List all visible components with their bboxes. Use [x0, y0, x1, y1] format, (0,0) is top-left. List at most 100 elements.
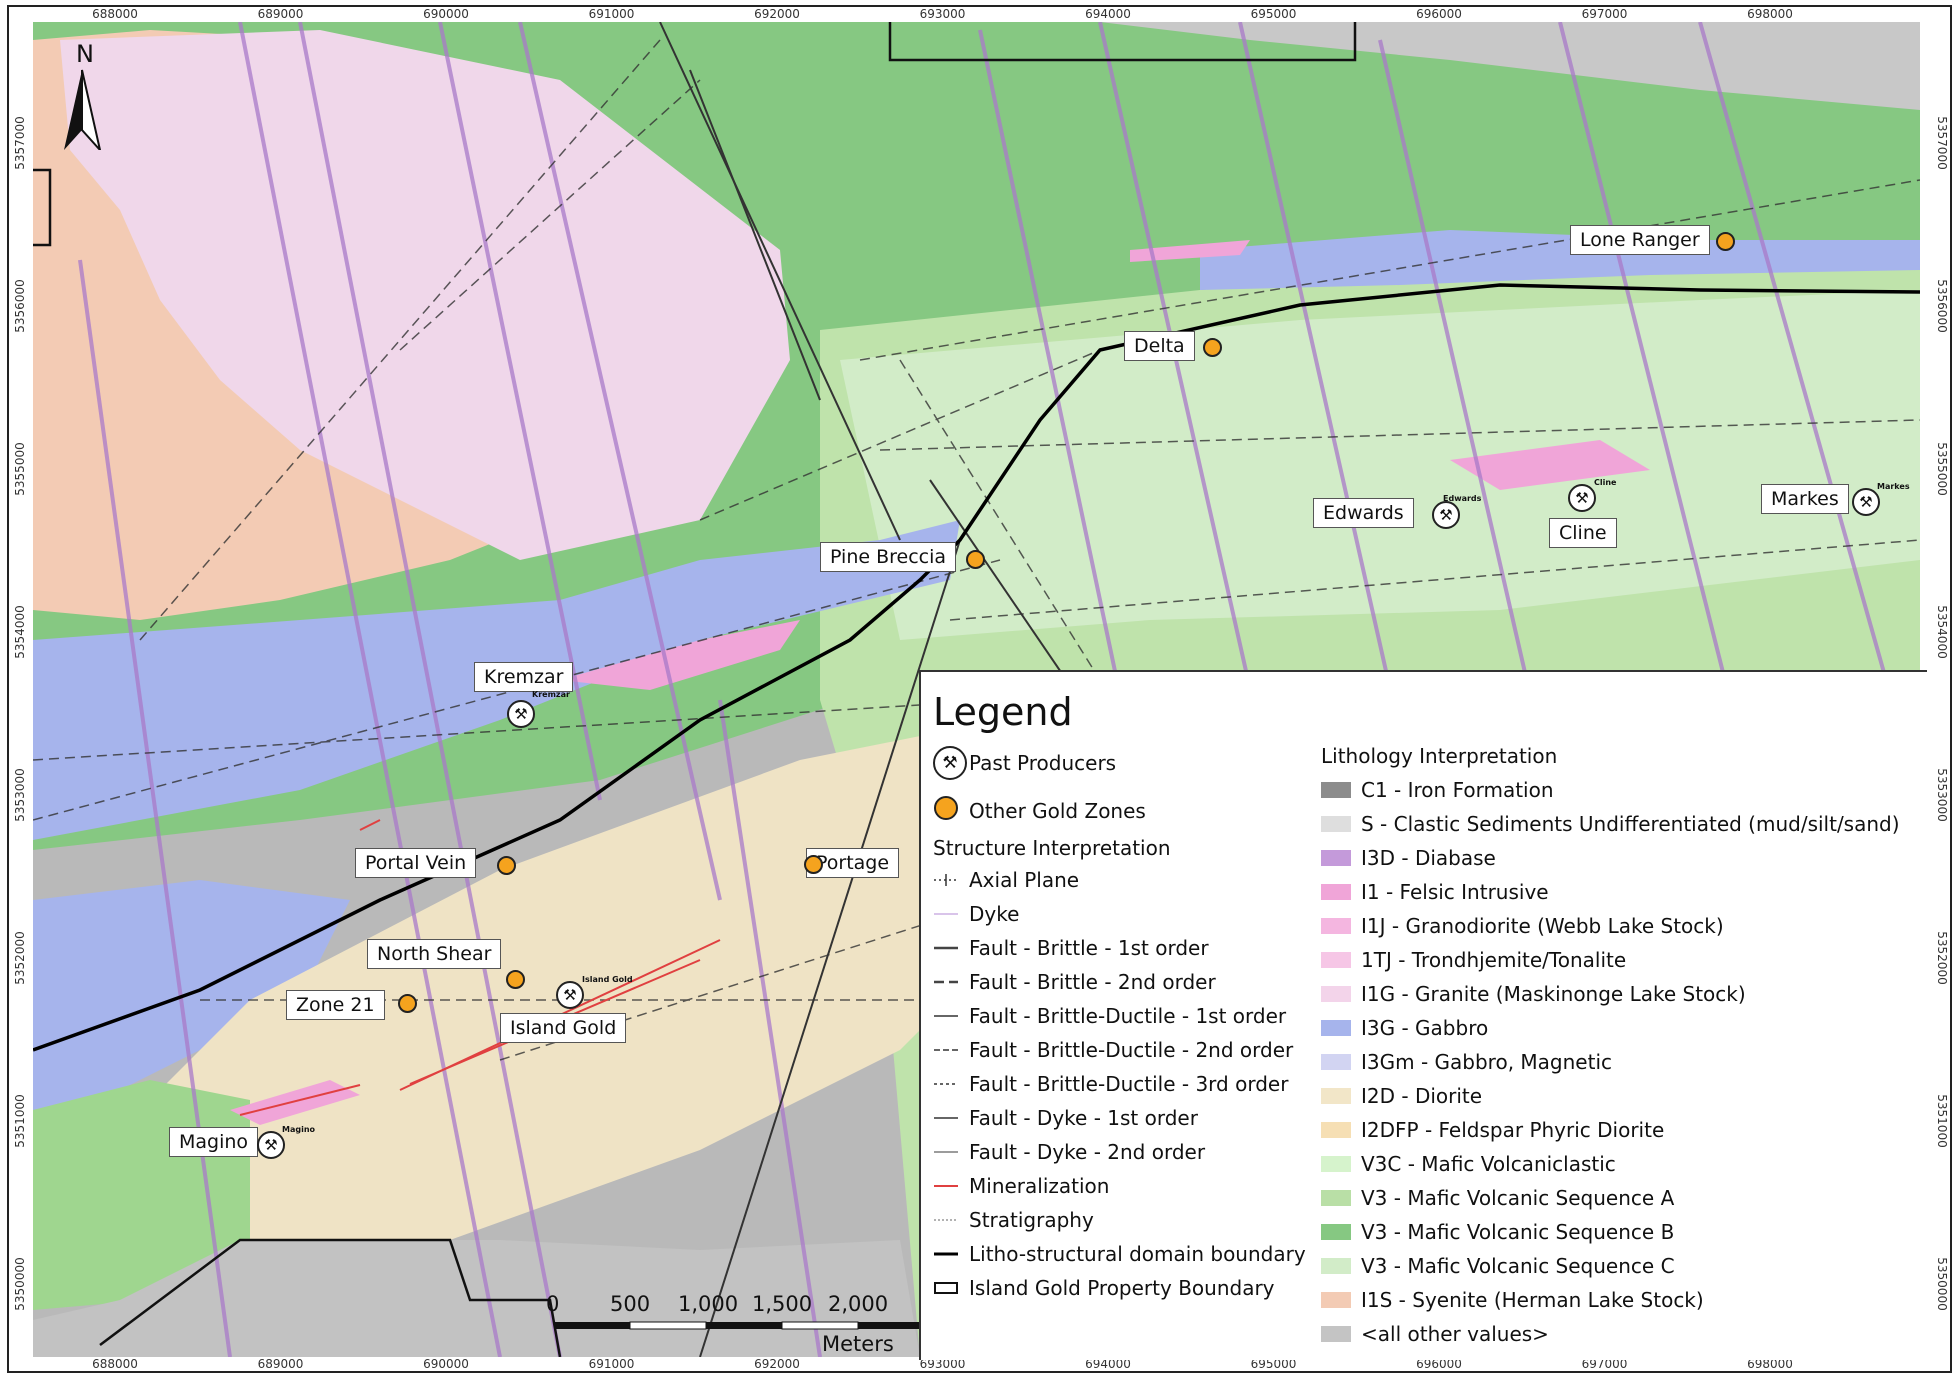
legend-lithology-label: V3C - Mafic Volcaniclastic	[1361, 1152, 1616, 1176]
pickaxe-icon: ⚒	[933, 746, 967, 780]
legend-color-swatch	[1321, 1224, 1351, 1240]
legend-structure-label: Fault - Brittle - 1st order	[969, 936, 1209, 960]
legend-line-symbol	[934, 946, 958, 950]
legend-color-swatch	[1321, 816, 1351, 832]
legend-color-swatch	[1321, 1054, 1351, 1070]
x-coordinate-label: 688000	[92, 7, 138, 21]
legend-lithology-label: I3Gm - Gabbro, Magnetic	[1361, 1050, 1612, 1074]
legend-line-symbol	[934, 913, 958, 915]
legend-structure-item: Fault - Brittle-Ductile - 1st order	[933, 1004, 1286, 1028]
legend-lithology-item: V3C - Mafic Volcaniclastic	[1321, 1152, 1616, 1176]
past-producer-label: Edwards	[1313, 498, 1414, 528]
pickaxe-icon: ⚒	[1568, 484, 1596, 512]
gold-zone-label: North Shear	[367, 939, 502, 969]
legend-line-symbol	[934, 1049, 958, 1051]
past-producer-label: Cline	[1549, 518, 1617, 548]
legend-structure-item: Fault - Dyke - 2nd order	[933, 1140, 1205, 1164]
legend-line-symbol	[934, 980, 958, 984]
y-coordinate-label: 5353000	[1935, 768, 1949, 821]
x-coordinate-label: 690000	[423, 1357, 469, 1371]
pickaxe-icon: ⚒	[257, 1131, 285, 1159]
legend-structure-label: Axial Plane	[969, 868, 1080, 892]
x-coordinate-label: 698000	[1747, 7, 1793, 21]
legend-structure-label: Litho-structural domain boundary	[969, 1242, 1306, 1266]
legend-structure-label: Dyke	[969, 902, 1020, 926]
legend-lithology-item: I3G - Gabbro	[1321, 1016, 1488, 1040]
scale-tick-1000: 1,000	[678, 1292, 739, 1316]
legend-lithology-label: I3G - Gabbro	[1361, 1016, 1489, 1040]
legend-line-symbol	[934, 1015, 958, 1017]
legend-structure-label: Fault - Brittle-Ductile - 2nd order	[969, 1038, 1294, 1062]
legend-color-swatch	[1321, 1122, 1351, 1138]
x-coordinate-label: 689000	[258, 7, 304, 21]
y-coordinate-label: 5353000	[13, 768, 27, 821]
legend-structure-label: Fault - Brittle-Ductile - 3rd order	[969, 1072, 1289, 1096]
gold-zone-marker-icon	[497, 856, 516, 875]
pickaxe-icon: ⚒	[507, 700, 535, 728]
legend-line-symbol	[934, 1117, 958, 1119]
legend-structure-item: Island Gold Property Boundary	[933, 1276, 1275, 1300]
y-coordinate-label: 5350000	[13, 1257, 27, 1310]
y-coordinate-label: 5351000	[1935, 1094, 1949, 1147]
legend-lithology-label: I1G - Granite (Maskinonge Lake Stock)	[1361, 982, 1746, 1006]
x-coordinate-label: 695000	[1251, 7, 1297, 21]
legend-lithology-label: S - Clastic Sediments Undifferentiated (…	[1361, 812, 1900, 836]
gold-zone-marker-icon	[1716, 232, 1735, 251]
pickaxe-icon: ⚒	[556, 981, 584, 1009]
gold-zone-marker-icon	[1203, 338, 1222, 357]
y-coordinate-label: 5355000	[13, 442, 27, 495]
legend-lithology-label: V3 - Mafic Volcanic Sequence C	[1361, 1254, 1675, 1278]
legend-structure-label: Mineralization	[969, 1174, 1110, 1198]
legend-line-symbol	[934, 1185, 958, 1187]
x-coordinate-label: 694000	[1085, 7, 1131, 21]
scale-tick-1500: 1,500	[752, 1292, 813, 1316]
legend-color-swatch	[1321, 884, 1351, 900]
legend-structure-item: Mineralization	[933, 1174, 1109, 1198]
legend-structure-item: Dyke	[933, 902, 1019, 926]
gold-zone-marker-icon	[398, 994, 417, 1013]
legend-past-producers: ⚒ Past Producers	[933, 746, 1116, 780]
legend-structure-item: Fault - Brittle-Ductile - 3rd order	[933, 1072, 1288, 1096]
legend-past-producers-label: Past Producers	[969, 751, 1117, 775]
scale-unit: Meters	[822, 1332, 894, 1356]
legend-lithology-item: V3 - Mafic Volcanic Sequence B	[1321, 1220, 1674, 1244]
legend-lithology-label: C1 - Iron Formation	[1361, 778, 1554, 802]
y-coordinate-label: 5351000	[13, 1094, 27, 1147]
legend-lithology-item: I1S - Syenite (Herman Lake Stock)	[1321, 1288, 1704, 1312]
scale-bar: 0 500 1,000 1,500 2,000 Meters	[540, 1292, 930, 1366]
legend-lithology-item: V3 - Mafic Volcanic Sequence C	[1321, 1254, 1675, 1278]
legend-color-swatch	[1321, 1292, 1351, 1308]
legend-lithology-item: I2DFP - Feldspar Phyric Diorite	[1321, 1118, 1664, 1142]
gold-zone-label: Zone 21	[286, 990, 385, 1020]
legend-lithology-label: I1 - Felsic Intrusive	[1361, 880, 1549, 904]
north-arrow-icon: N	[64, 40, 102, 150]
x-coordinate-label: 691000	[589, 7, 635, 21]
y-coordinate-label: 5357000	[13, 116, 27, 169]
legend-lithology-label: 1TJ - Trondhjemite/Tonalite	[1361, 948, 1627, 972]
legend-lithology-label: <all other values>	[1361, 1322, 1549, 1346]
legend-lithology-item: 1TJ - Trondhjemite/Tonalite	[1321, 948, 1626, 972]
legend-color-swatch	[1321, 1020, 1351, 1036]
y-coordinate-label: 5357000	[1935, 116, 1949, 169]
x-coordinate-label: 693000	[920, 7, 966, 21]
legend-lithology-item: V3 - Mafic Volcanic Sequence A	[1321, 1186, 1674, 1210]
legend-title: Legend	[933, 690, 1073, 734]
x-coordinate-label: 696000	[1416, 7, 1462, 21]
legend-lithology-label: I3D - Diabase	[1361, 846, 1496, 870]
legend-structure-item: Stratigraphy	[933, 1208, 1094, 1232]
legend-lithology-item: I1G - Granite (Maskinonge Lake Stock)	[1321, 982, 1746, 1006]
gold-zone-label: Lone Ranger	[1570, 225, 1710, 255]
past-producer-label: Island Gold	[500, 1013, 627, 1043]
gold-zone-icon	[933, 796, 959, 825]
gold-zone-label: Portal Vein	[355, 848, 477, 878]
legend-panel: Legend ⚒ Past Producers Other Gold Zones…	[919, 670, 1927, 1360]
legend-other-gold-label: Other Gold Zones	[969, 798, 1146, 823]
pickaxe-icon: ⚒	[1852, 488, 1880, 516]
legend-lithology-heading: Lithology Interpretation	[1321, 744, 1558, 768]
legend-structure-heading: Structure Interpretation	[933, 836, 1171, 860]
scale-tick-0: 0	[546, 1292, 560, 1316]
legend-lithology-item: S - Clastic Sediments Undifferentiated (…	[1321, 812, 1900, 836]
legend-lithology-item: C1 - Iron Formation	[1321, 778, 1554, 802]
gold-zone-marker-icon	[804, 855, 823, 874]
past-producer-tag: Cline	[1594, 478, 1617, 487]
